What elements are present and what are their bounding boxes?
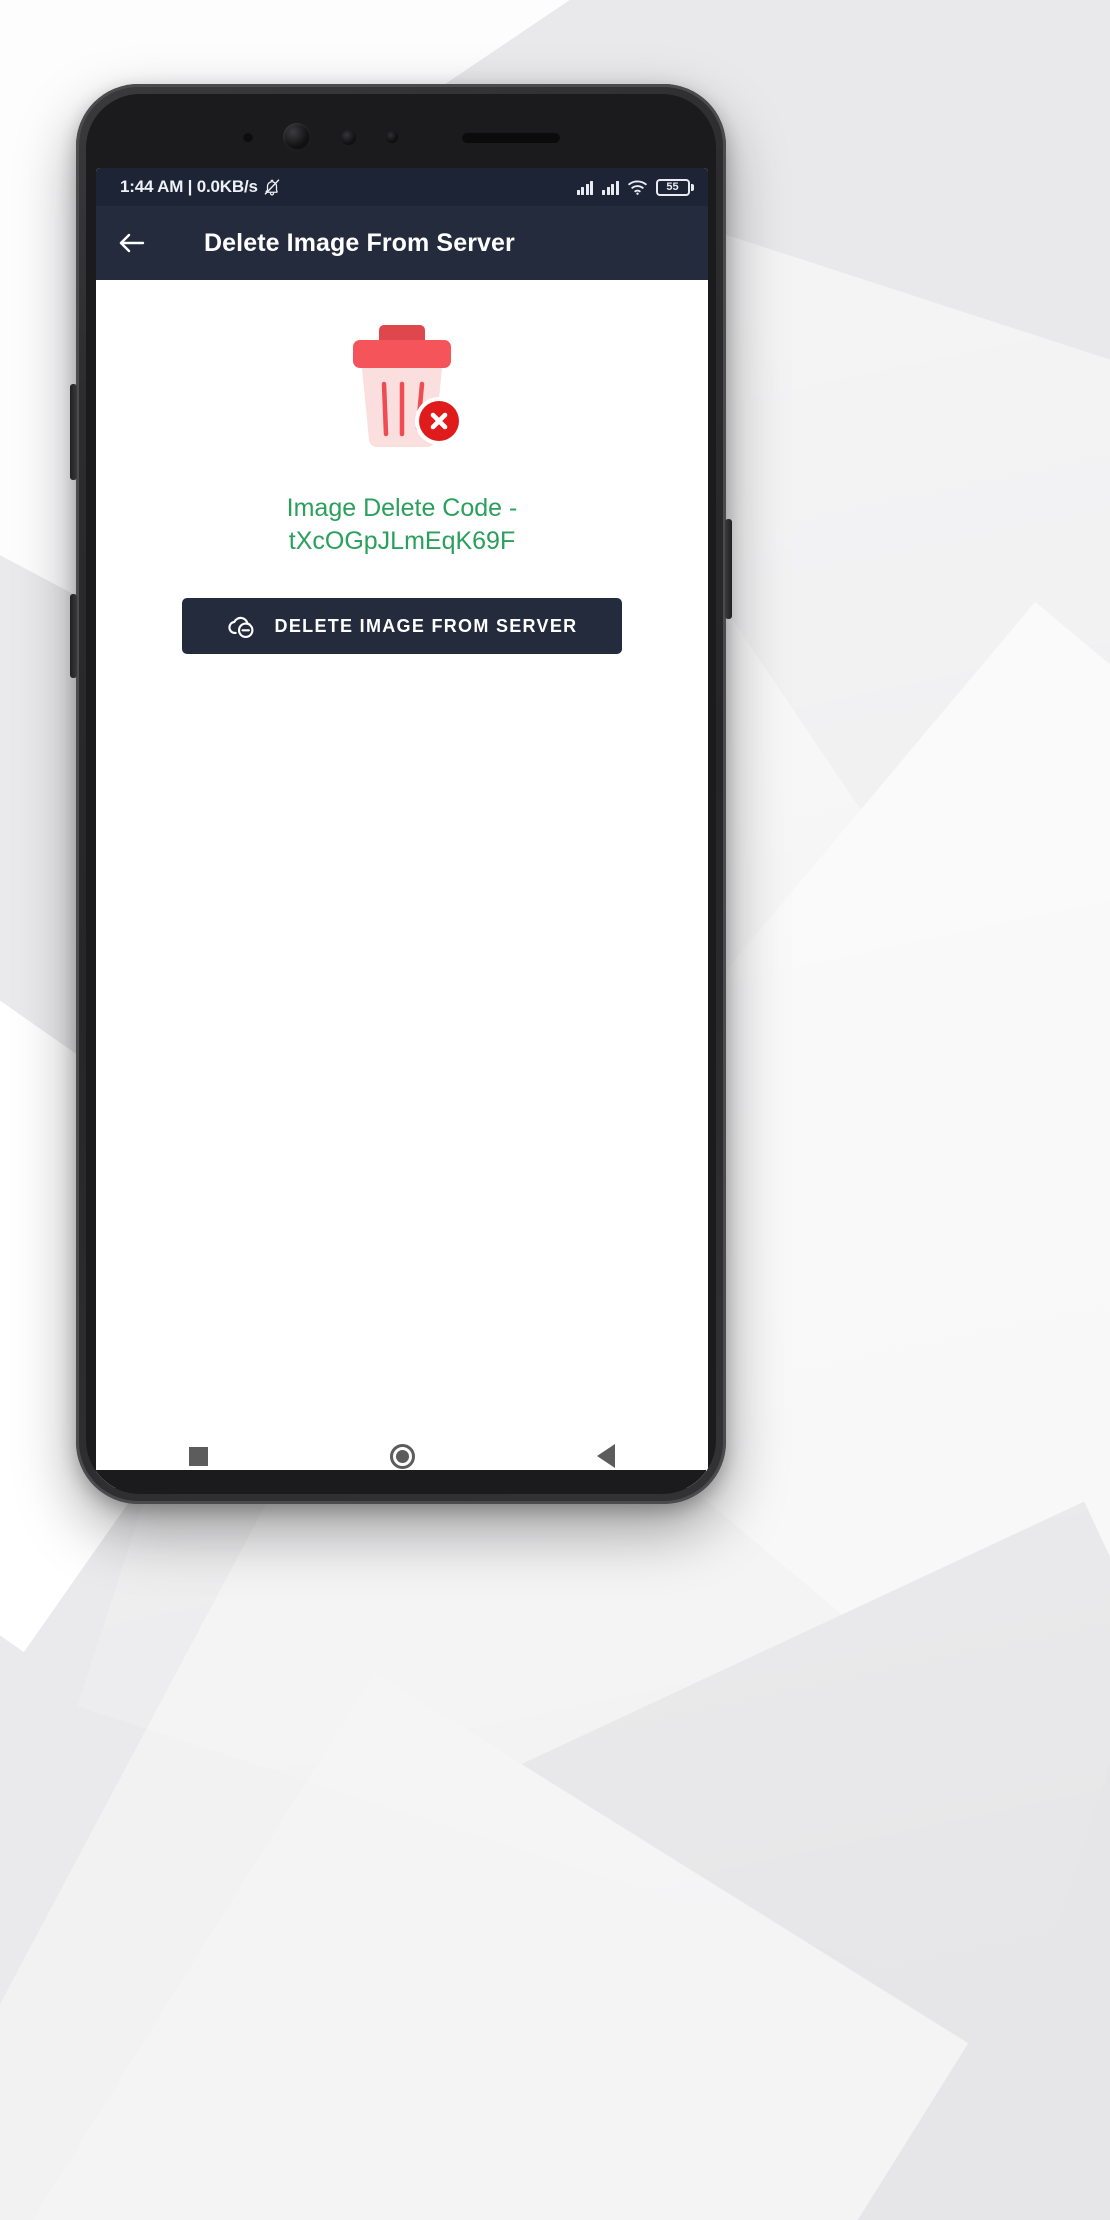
trash-delete-illustration: [327, 306, 477, 456]
back-button[interactable]: [112, 223, 152, 263]
status-bar-left: 1:44 AM | 0.0KB/s: [120, 177, 281, 197]
proximity-sensor-icon: [340, 129, 356, 145]
delete-image-from-server-button[interactable]: DELETE IMAGE FROM SERVER: [182, 598, 622, 654]
battery-icon: 55: [655, 178, 694, 196]
trash-delete-icon: [353, 325, 463, 448]
light-sensor-icon: [385, 131, 398, 143]
sensor-icon: [242, 132, 253, 142]
phone-screen: 1:44 AM | 0.0KB/s 55 Delete Image From S…: [96, 168, 708, 1488]
app-bar: Delete Image From Server: [96, 206, 708, 280]
wifi-icon: [627, 179, 647, 195]
bell-muted-icon: [264, 179, 280, 196]
battery-level-label: 55: [666, 180, 679, 193]
phone-device-frame: 1:44 AM | 0.0KB/s 55 Delete Image From S…: [70, 84, 732, 1504]
triangle-back-icon: [597, 1444, 615, 1468]
main-content: Image Delete Code - tXcOGpJLmEqK69F DELE…: [96, 280, 708, 1424]
status-bar-right: 55: [576, 178, 694, 196]
delete-button-label: DELETE IMAGE FROM SERVER: [274, 615, 578, 636]
square-recents-icon: [188, 1446, 208, 1466]
phone-bottom-bezel: [96, 1470, 706, 1492]
status-time-and-network-speed: 1:44 AM | 0.0KB/s: [120, 177, 258, 196]
cloud-minus-icon: [227, 616, 254, 639]
signal-bars-icon: [602, 180, 619, 195]
page-title: Delete Image From Server: [204, 228, 515, 257]
phone-sensor-row: [86, 120, 716, 154]
volume-up-button[interactable]: [70, 384, 77, 480]
earpiece-speaker: [461, 131, 560, 143]
circle-home-icon: [389, 1443, 415, 1469]
front-camera-icon: [282, 123, 311, 151]
status-bar: 1:44 AM | 0.0KB/s 55: [96, 168, 708, 206]
screenshot-root: 1:44 AM | 0.0KB/s 55 Delete Image From S…: [0, 0, 1110, 2220]
phone-bezel: 1:44 AM | 0.0KB/s 55 Delete Image From S…: [86, 94, 716, 1494]
signal-bars-icon: [576, 180, 593, 195]
volume-down-button[interactable]: [70, 594, 77, 678]
back-arrow-icon: [119, 233, 145, 253]
power-button[interactable]: [725, 519, 732, 619]
image-delete-code-text: Image Delete Code - tXcOGpJLmEqK69F: [286, 494, 518, 555]
